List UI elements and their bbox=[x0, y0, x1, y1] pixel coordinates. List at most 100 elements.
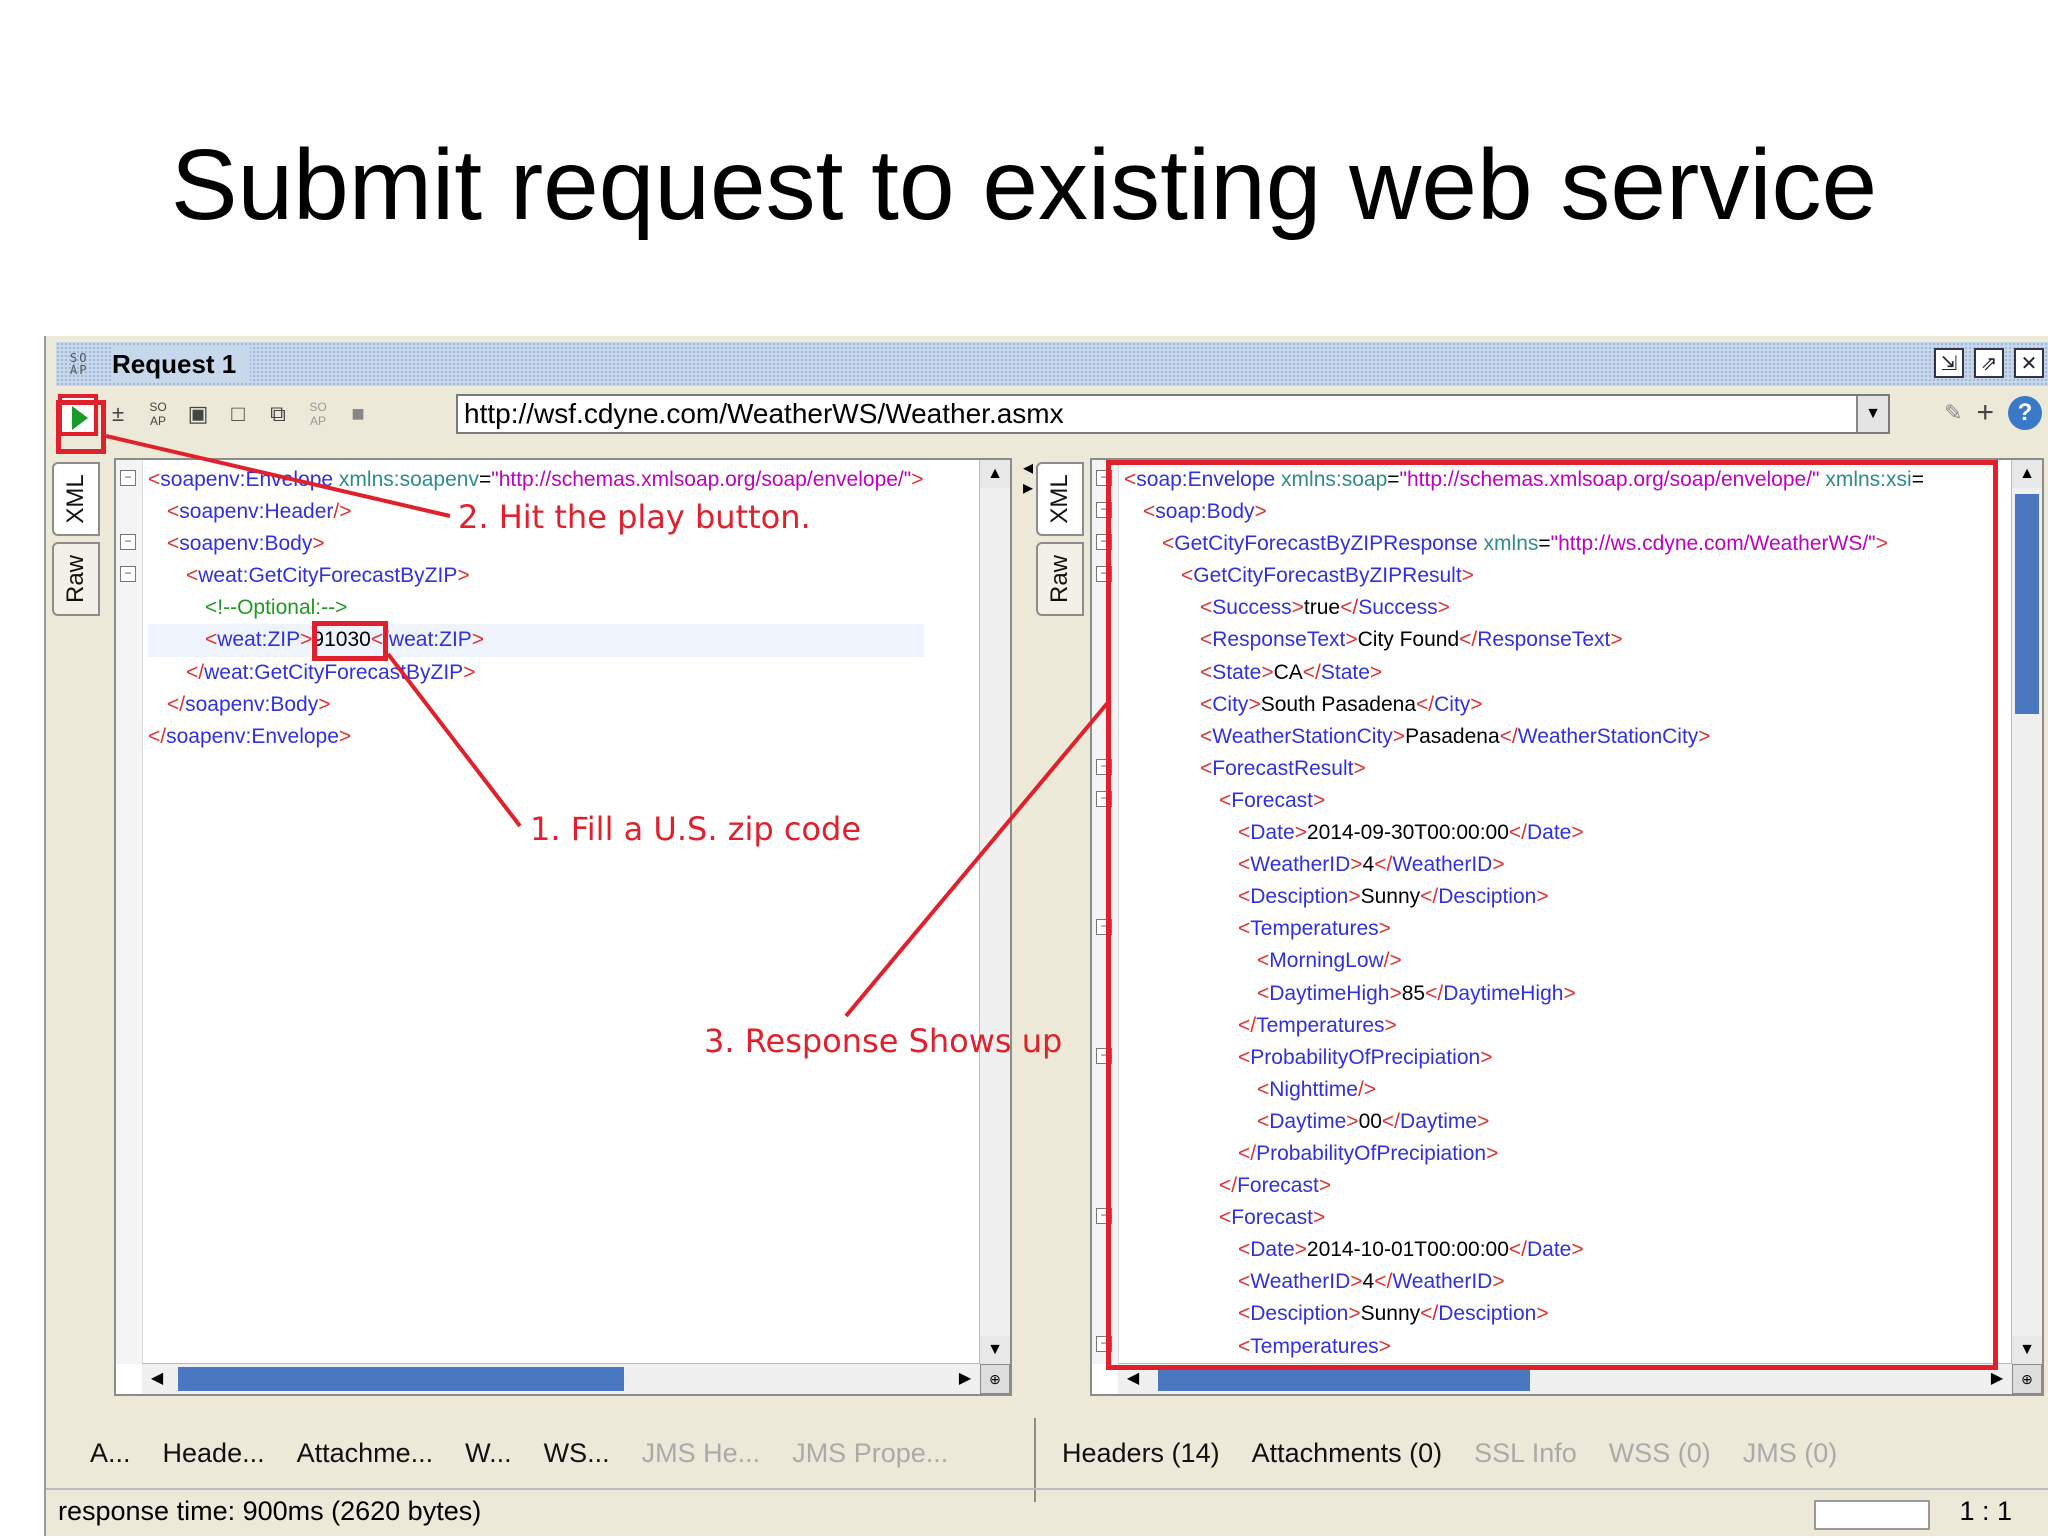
response-code-line[interactable]: <City>South Pasadena</City> bbox=[1124, 689, 1924, 721]
fold-icon[interactable]: − bbox=[1096, 502, 1112, 518]
response-code-line[interactable]: <MorningLow/> bbox=[1124, 945, 1924, 977]
response-bottom-tab[interactable]: Attachments (0) bbox=[1252, 1438, 1443, 1469]
request-bottom-tab[interactable]: JMS Prope... bbox=[792, 1438, 948, 1469]
request-code-line[interactable]: <weat:GetCityForecastByZIP> bbox=[148, 560, 924, 592]
response-code-line[interactable]: <GetCityForecastByZIPResponse xmlns="htt… bbox=[1124, 528, 1924, 560]
request-editor[interactable]: − − − <soapenv:Envelope xmlns:soapenv="h… bbox=[114, 458, 1012, 1396]
response-code-line[interactable]: <ForecastResult> bbox=[1124, 753, 1924, 785]
response-vscrollbar[interactable]: ▲ ▼ bbox=[2011, 460, 2042, 1364]
request-bottom-tab[interactable]: WS... bbox=[544, 1438, 610, 1469]
url-dropdown-icon[interactable]: ▼ bbox=[1856, 396, 1888, 432]
response-code-line[interactable]: <soap:Body> bbox=[1124, 496, 1924, 528]
response-editor[interactable]: − − − − − − − − − − <soap:Envelope xmlns… bbox=[1090, 458, 2044, 1396]
response-code-line[interactable]: <DaytimeHigh>85</DaytimeHigh> bbox=[1124, 978, 1924, 1010]
response-code-line[interactable]: <Daytime>00</Daytime> bbox=[1124, 1106, 1924, 1138]
tab-raw[interactable]: Raw bbox=[1036, 542, 1084, 616]
response-code[interactable]: <soap:Envelope xmlns:soap="http://schema… bbox=[1124, 464, 1924, 1363]
response-code-line[interactable]: <ResponseText>City Found</ResponseText> bbox=[1124, 624, 1924, 656]
request-bottom-tab[interactable]: Attachme... bbox=[297, 1438, 434, 1469]
response-bottom-tab[interactable]: Headers (14) bbox=[1062, 1438, 1220, 1469]
request-code-line[interactable]: </weat:GetCityForecastByZIP> bbox=[148, 657, 924, 689]
endpoint-url-field[interactable]: http://wsf.cdyne.com/WeatherWS/Weather.a… bbox=[456, 394, 1890, 434]
response-code-line[interactable]: <WeatherStationCity>Pasadena</WeatherSta… bbox=[1124, 721, 1924, 753]
response-hscroll-thumb[interactable] bbox=[1158, 1367, 1530, 1391]
tab-raw[interactable]: Raw bbox=[52, 542, 100, 616]
scroll-left-icon[interactable]: ◀ bbox=[1118, 1364, 1148, 1394]
add-step-icon[interactable]: ± bbox=[104, 400, 132, 428]
request-bottom-tab[interactable]: Heade... bbox=[163, 1438, 265, 1469]
zoom-icon[interactable]: ⊕ bbox=[980, 1364, 1010, 1394]
tab-xml[interactable]: XML bbox=[1036, 462, 1084, 536]
response-code-line[interactable]: <Date>2014-10-01T00:00:00</Date> bbox=[1124, 1234, 1924, 1266]
request-code-line[interactable]: <soapenv:Envelope xmlns:soapenv="http://… bbox=[148, 464, 924, 496]
copy-icon[interactable]: ⧉ bbox=[264, 400, 292, 428]
request-hscroll-thumb[interactable] bbox=[178, 1367, 624, 1391]
fold-icon[interactable]: − bbox=[1096, 470, 1112, 486]
fold-icon[interactable]: − bbox=[120, 470, 136, 486]
scroll-up-icon[interactable]: ▲ bbox=[2012, 460, 2042, 488]
fold-icon[interactable]: − bbox=[1096, 1208, 1112, 1224]
scroll-right-icon[interactable]: ▶ bbox=[1982, 1364, 2012, 1394]
response-hscrollbar[interactable]: ◀ ▶ bbox=[1118, 1363, 2012, 1394]
response-code-line[interactable]: <Date>2014-09-30T00:00:00</Date> bbox=[1124, 817, 1924, 849]
request-hscrollbar[interactable]: ◀ ▶ bbox=[142, 1363, 980, 1394]
response-code-line[interactable]: <Forecast> bbox=[1124, 785, 1924, 817]
fold-icon[interactable]: − bbox=[1096, 791, 1112, 807]
request-code-line[interactable]: </soapenv:Body> bbox=[148, 689, 924, 721]
fold-icon[interactable]: − bbox=[120, 534, 136, 550]
close-icon[interactable]: ✕ bbox=[2014, 348, 2044, 378]
response-bottom-tab[interactable]: WSS (0) bbox=[1609, 1438, 1711, 1469]
soap-icon[interactable]: SO AP bbox=[144, 400, 172, 428]
request-bottom-tab[interactable]: A... bbox=[90, 1438, 131, 1469]
response-bottom-tab[interactable]: JMS (0) bbox=[1743, 1438, 1838, 1469]
fold-icon[interactable]: − bbox=[1096, 1048, 1112, 1064]
stop-icon[interactable]: ■ bbox=[344, 400, 372, 428]
add-icon[interactable]: + bbox=[1976, 396, 1994, 430]
response-code-line[interactable]: <Nighttime/> bbox=[1124, 1074, 1924, 1106]
detach-icon[interactable]: ⇗ bbox=[1974, 348, 2004, 378]
response-code-line[interactable]: <ProbabilityOfPrecipiation> bbox=[1124, 1042, 1924, 1074]
scroll-right-icon[interactable]: ▶ bbox=[950, 1364, 980, 1394]
response-code-line[interactable]: <Temperatures> bbox=[1124, 913, 1924, 945]
fold-icon[interactable]: − bbox=[1096, 759, 1112, 775]
response-code-line[interactable]: <State>CA</State> bbox=[1124, 657, 1924, 689]
scroll-down-icon[interactable]: ▼ bbox=[2012, 1336, 2042, 1364]
response-code-line[interactable]: <WeatherID>4</WeatherID> bbox=[1124, 1266, 1924, 1298]
fold-icon[interactable]: − bbox=[120, 566, 136, 582]
soap-gray-icon[interactable]: SO AP bbox=[304, 400, 332, 428]
response-code-line[interactable]: <GetCityForecastByZIPResult> bbox=[1124, 560, 1924, 592]
response-code-line[interactable]: </ProbabilityOfPrecipiation> bbox=[1124, 1138, 1924, 1170]
help-icon[interactable]: ? bbox=[2008, 396, 2042, 430]
scroll-left-icon[interactable]: ◀ bbox=[142, 1364, 172, 1394]
edit-icon[interactable]: ✎ bbox=[1944, 400, 1962, 426]
response-code-line[interactable]: <Temperatures> bbox=[1124, 1331, 1924, 1363]
request-code-line[interactable]: <!--Optional:--> bbox=[148, 592, 924, 624]
response-bottom-tab[interactable]: SSL Info bbox=[1474, 1438, 1577, 1469]
fold-icon[interactable]: − bbox=[1096, 566, 1112, 582]
request-code-line[interactable]: </soapenv:Envelope> bbox=[148, 721, 924, 753]
response-code-line[interactable]: </Temperatures> bbox=[1124, 1010, 1924, 1042]
response-code-line[interactable]: <soap:Envelope xmlns:soap="http://schema… bbox=[1124, 464, 1924, 496]
tab-xml[interactable]: XML bbox=[52, 462, 100, 536]
request-code-line[interactable]: <weat:ZIP>91030</weat:ZIP> bbox=[148, 624, 924, 657]
fold-icon[interactable]: − bbox=[1096, 1336, 1112, 1352]
square-icon[interactable]: □ bbox=[224, 400, 252, 428]
response-code-line[interactable]: <Forecast> bbox=[1124, 1202, 1924, 1234]
fold-icon[interactable]: − bbox=[1096, 534, 1112, 550]
zoom-icon[interactable]: ⊕ bbox=[2012, 1364, 2042, 1394]
response-code-line[interactable]: <Desciption>Sunny</Desciption> bbox=[1124, 881, 1924, 913]
restore-icon[interactable]: ⇲ bbox=[1934, 348, 1964, 378]
scroll-up-icon[interactable]: ▲ bbox=[980, 460, 1010, 488]
request-vscrollbar[interactable]: ▲ ▼ bbox=[979, 460, 1010, 1364]
scroll-down-icon[interactable]: ▼ bbox=[980, 1336, 1010, 1364]
play-button[interactable] bbox=[58, 394, 98, 436]
request-bottom-tab[interactable]: JMS He... bbox=[642, 1438, 761, 1469]
fold-icon[interactable]: − bbox=[1096, 919, 1112, 935]
response-code-line[interactable]: <Desciption>Sunny</Desciption> bbox=[1124, 1298, 1924, 1330]
response-code-line[interactable]: </Forecast> bbox=[1124, 1170, 1924, 1202]
response-vscroll-thumb[interactable] bbox=[2015, 494, 2039, 714]
response-code-line[interactable]: <Success>true</Success> bbox=[1124, 592, 1924, 624]
response-code-line[interactable]: <WeatherID>4</WeatherID> bbox=[1124, 849, 1924, 881]
request-bottom-tab[interactable]: W... bbox=[465, 1438, 512, 1469]
frame-icon[interactable]: ▣ bbox=[184, 400, 212, 428]
